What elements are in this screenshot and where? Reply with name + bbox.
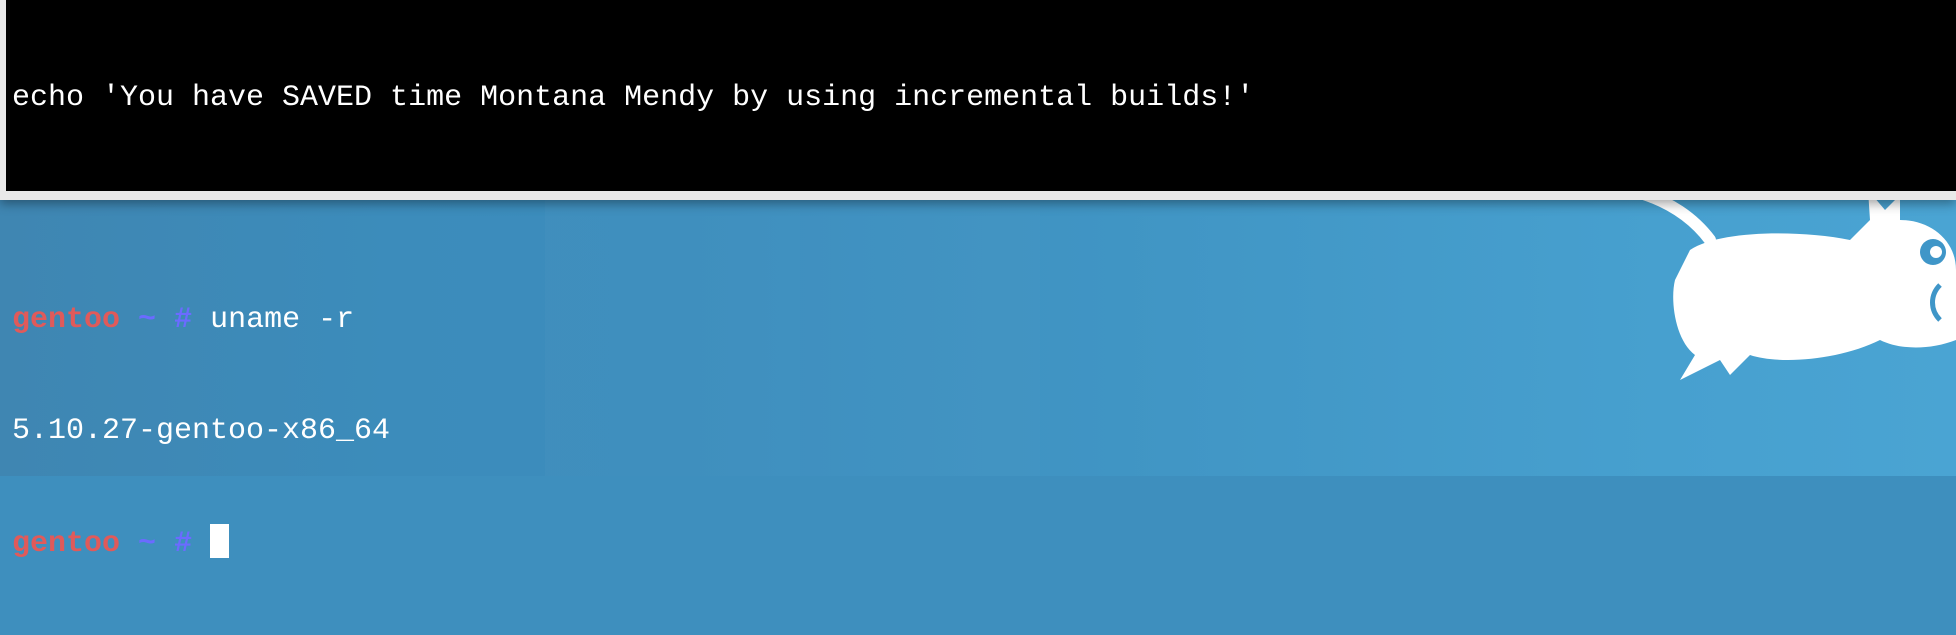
terminal-line: 5.10.27-gentoo-x86_64 (12, 413, 1254, 450)
terminal-line-text: 5.10.27-gentoo-x86_64 (12, 414, 391, 448)
terminal-input-line[interactable]: gentoo ~ # (12, 524, 1254, 561)
terminal-command (192, 527, 210, 561)
prompt-host: gentoo (12, 527, 121, 561)
text-cursor[interactable] (210, 524, 230, 558)
terminal-output[interactable]: echo 'You have SAVED time Montana Mendy … (12, 6, 1254, 635)
terminal-line-text: echo 'You have SAVED time Montana Mendy … (12, 81, 1255, 115)
terminal-command: uname -r (192, 303, 355, 337)
terminal-line: gentoo ~ # uname -r (12, 302, 1254, 339)
prompt-dir: ~ (138, 303, 157, 337)
prompt-symbol: # (174, 303, 193, 337)
rat-mascot-icon (1624, 190, 1956, 380)
prompt-host: gentoo (12, 303, 121, 337)
prompt-dir: ~ (138, 527, 157, 561)
prompt-symbol: # (174, 527, 193, 561)
terminal-line: echo 'You have SAVED time Montana Mendy … (12, 80, 1254, 117)
terminal-window[interactable]: echo 'You have SAVED time Montana Mendy … (0, 0, 1956, 561)
